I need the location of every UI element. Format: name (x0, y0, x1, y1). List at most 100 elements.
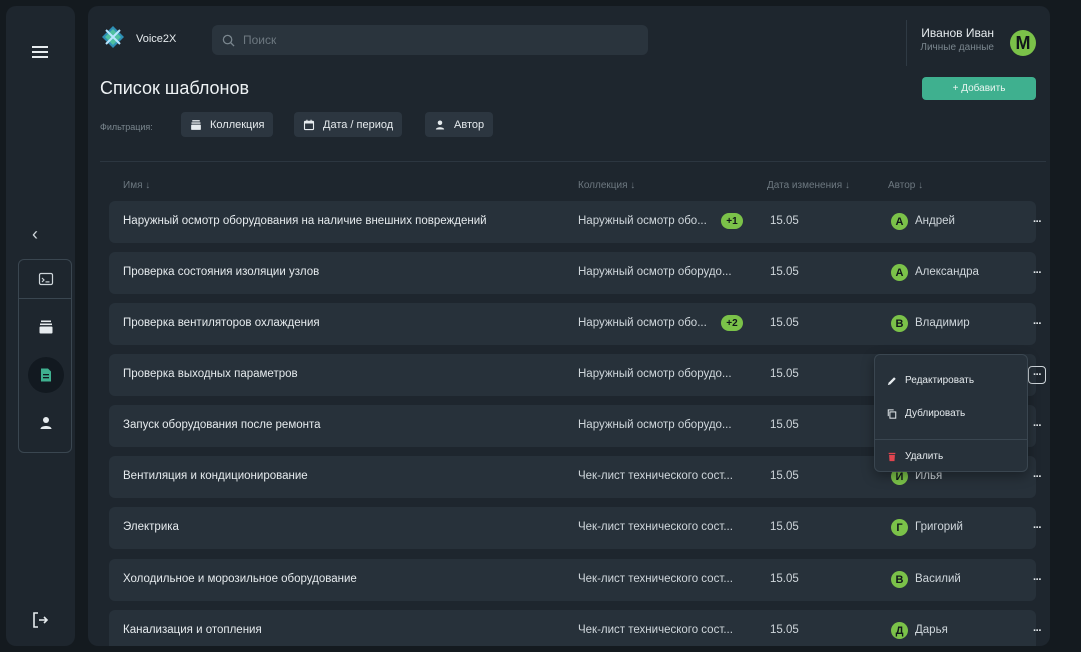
person-icon (40, 417, 52, 429)
author-avatar: В (891, 571, 908, 588)
stack-icon (39, 320, 53, 334)
table-row[interactable]: Проверка состояния изоляции узлов Наружн… (109, 252, 1042, 294)
add-button[interactable]: + Добавить (922, 77, 1036, 100)
logout-icon[interactable] (30, 610, 50, 630)
header-divider (100, 161, 1046, 162)
user-name[interactable]: Иванов Иван (921, 26, 994, 40)
menu-divider (875, 439, 1027, 440)
filter-label: Фильтрация: (100, 122, 153, 132)
more-actions-button[interactable]: ··· (1028, 622, 1046, 640)
stack-icon (191, 119, 201, 130)
trash-icon (888, 452, 896, 461)
column-header-author[interactable]: Автор ↓ (888, 180, 923, 191)
row-name: Канализация и отопления (123, 624, 262, 636)
search-input[interactable] (241, 32, 625, 48)
top-bar: Voice2X Иванов Иван Личные данные M (88, 6, 1050, 66)
row-name: Проверка вентиляторов охлаждения (123, 317, 320, 329)
filter-date-chip[interactable]: Дата / период (294, 112, 403, 137)
more-actions-button[interactable]: ··· (1028, 213, 1046, 231)
author-avatar: Д (891, 622, 908, 639)
filter-chip-label: Автор (454, 118, 485, 131)
row-date: 15.05 (770, 470, 799, 482)
row-name: Электрика (123, 521, 179, 533)
more-actions-button[interactable]: ··· (1028, 315, 1046, 333)
copy-icon (887, 408, 897, 419)
main-panel: Voice2X Иванов Иван Личные данные M Спис… (88, 6, 1050, 646)
table-row[interactable]: Проверка вентиляторов охлаждения Наружны… (109, 303, 1042, 345)
row-name: Запуск оборудования после ремонта (123, 419, 321, 431)
rail-templates-button[interactable] (28, 357, 64, 393)
row-date: 15.05 (770, 521, 799, 533)
row-collection: Наружный осмотр обо... (578, 317, 707, 329)
rail-nav-group (18, 259, 72, 453)
row-author: Григорий (915, 521, 963, 533)
person-icon (435, 120, 445, 129)
more-actions-button[interactable]: ··· (1028, 571, 1046, 589)
search-box[interactable] (212, 25, 648, 55)
search-icon (222, 34, 235, 47)
rail-users-button[interactable] (28, 405, 64, 441)
menu-item-delete[interactable]: Удалить (887, 451, 943, 462)
calendar-icon (303, 119, 315, 130)
more-actions-button[interactable]: ··· (1028, 264, 1046, 282)
column-header-collection[interactable]: Коллекция ↓ (578, 180, 635, 191)
table-row[interactable]: Электрика Чек-лист технического сост... … (109, 507, 1042, 549)
row-author: Дарья (915, 624, 948, 636)
menu-item-edit[interactable]: Редактировать (887, 375, 974, 386)
menu-item-label: Дублировать (905, 408, 966, 419)
user-avatar[interactable]: M (1010, 30, 1036, 56)
row-date: 15.05 (770, 317, 799, 329)
collapse-sidebar-icon[interactable]: ‹ (32, 224, 38, 245)
row-collection: Наружный осмотр оборудо... (578, 419, 732, 431)
row-context-menu: Редактировать Дублировать Удалить (874, 354, 1028, 472)
table-row[interactable]: Канализация и отопления Чек-лист техниче… (109, 610, 1042, 646)
row-collection: Чек-лист технического сост... (578, 470, 733, 482)
row-name: Холодильное и морозильное оборудование (123, 573, 357, 585)
rail-divider (19, 298, 71, 299)
row-collection: Чек-лист технического сост... (578, 573, 733, 585)
column-header-name[interactable]: Имя ↓ (123, 180, 150, 191)
row-author: Василий (915, 573, 961, 585)
page-title: Список шаблонов (100, 78, 250, 98)
user-profile-link[interactable]: Личные данные (920, 42, 994, 53)
row-name: Наружный осмотр оборудования на наличие … (123, 215, 487, 227)
more-actions-button[interactable]: ··· (1028, 519, 1046, 537)
rail-console-button[interactable] (28, 261, 64, 297)
filter-author-chip[interactable]: Автор (425, 112, 494, 137)
menu-item-label: Редактировать (905, 375, 975, 386)
filter-collection-chip[interactable]: Коллекция (181, 112, 274, 137)
extra-collections-badge[interactable]: +1 (721, 213, 743, 229)
terminal-icon (38, 272, 54, 286)
table-row[interactable]: Наружный осмотр оборудования на наличие … (109, 201, 1042, 243)
filter-chip-label: Коллекция (210, 118, 265, 131)
rail-collections-button[interactable] (28, 309, 64, 345)
row-date: 15.05 (770, 368, 799, 380)
row-author: Владимир (915, 317, 970, 329)
left-rail: ‹ (6, 6, 75, 646)
author-avatar: А (891, 264, 908, 281)
more-actions-button[interactable]: ··· (1028, 468, 1046, 486)
document-icon (41, 368, 51, 382)
menu-item-label: Удалить (905, 451, 944, 462)
row-date: 15.05 (770, 215, 799, 227)
row-name: Проверка состояния изоляции узлов (123, 266, 320, 278)
row-collection: Чек-лист технического сост... (578, 624, 733, 636)
user-divider (906, 20, 907, 66)
more-actions-button[interactable]: ··· (1028, 417, 1046, 435)
row-name: Проверка выходных параметров (123, 368, 298, 380)
menu-item-duplicate[interactable]: Дублировать (887, 408, 965, 419)
row-collection: Чек-лист технического сост... (578, 521, 733, 533)
row-date: 15.05 (770, 624, 799, 636)
more-actions-button-active[interactable]: ··· (1028, 366, 1046, 384)
voice2x-logo-icon[interactable] (102, 26, 124, 48)
pencil-icon (887, 376, 896, 385)
row-date: 15.05 (770, 266, 799, 278)
column-header-date[interactable]: Дата изменения ↓ (767, 180, 850, 191)
menu-icon[interactable] (30, 42, 50, 62)
row-collection: Наружный осмотр оборудо... (578, 266, 732, 278)
row-collection: Наружный осмотр обо... (578, 215, 707, 227)
table-row[interactable]: Холодильное и морозильное оборудование Ч… (109, 559, 1042, 601)
filter-chip-label: Дата / период (323, 118, 394, 131)
row-author: Александра (915, 266, 979, 278)
extra-collections-badge[interactable]: +2 (721, 315, 743, 331)
